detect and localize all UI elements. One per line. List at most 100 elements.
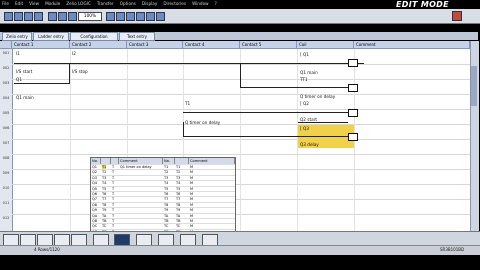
row-divider <box>12 139 478 140</box>
contact-label[interactable]: Q1 main <box>16 95 34 100</box>
rung-wire <box>183 122 184 137</box>
rung-wire <box>14 63 364 64</box>
row-number: 010 <box>2 186 10 190</box>
save-icon[interactable] <box>24 12 33 21</box>
tab-configuration[interactable]: Configuration <box>70 32 118 41</box>
coil-symbol[interactable] <box>348 133 358 141</box>
row-divider <box>12 184 478 185</box>
coil-symbol[interactable] <box>348 109 358 117</box>
module-name: SR3B101BD <box>440 247 465 252</box>
rung-wire <box>69 63 70 84</box>
coil-label[interactable]: TT1 <box>300 77 308 82</box>
screen-border <box>0 255 480 270</box>
menu-window[interactable]: Window <box>192 1 209 6</box>
paste-icon[interactable] <box>68 12 77 21</box>
status-bar <box>0 245 480 255</box>
rung-wire <box>14 83 70 84</box>
row-divider <box>12 79 478 80</box>
coil-label[interactable]: [ Q2 <box>300 101 309 106</box>
rung-wire <box>240 63 241 88</box>
menu-help[interactable]: ? <box>215 1 217 6</box>
rung-wire <box>298 122 348 123</box>
contact-label[interactable]: I1 <box>16 51 20 56</box>
coil-label[interactable]: Q3 delay <box>300 142 319 147</box>
menu-directories[interactable]: Directories <box>163 1 186 6</box>
row-number: 005 <box>2 111 10 115</box>
menu-bar: File Edit View Module Zelio LOGIC Transf… <box>2 1 217 6</box>
close-icon[interactable] <box>452 11 462 21</box>
menu-display[interactable]: Display <box>142 1 157 6</box>
row-divider <box>12 199 478 200</box>
ladder-grid[interactable]: Contact 1 Contact 2 Contact 3 Contact 4 … <box>0 41 478 231</box>
contact-label[interactable]: Q timer on delay <box>185 120 220 125</box>
coil-label[interactable]: Q2 start <box>300 117 317 122</box>
col-contact-1: Contact 1 <box>12 41 70 48</box>
col-divider <box>70 49 71 231</box>
row-divider <box>12 169 478 170</box>
coil-symbol[interactable] <box>348 84 358 92</box>
tab-zelio-entry[interactable]: Zelio entry <box>2 32 32 41</box>
contact-label[interactable]: I/S start <box>16 69 32 74</box>
contact-label[interactable]: I/S stop <box>72 69 88 74</box>
print-icon[interactable] <box>34 12 43 21</box>
stop-icon[interactable] <box>126 12 135 21</box>
contact-label[interactable]: I2 <box>72 51 76 56</box>
menu-view[interactable]: View <box>29 1 39 6</box>
monitor-icon[interactable] <box>136 12 145 21</box>
row-number: 006 <box>2 126 10 130</box>
menu-module[interactable]: Module <box>45 1 60 6</box>
rung-wire <box>240 87 348 88</box>
row-number: 008 <box>2 156 10 160</box>
row-number: 003 <box>2 81 10 85</box>
row-number: 009 <box>2 171 10 175</box>
menu-options[interactable]: Options <box>120 1 136 6</box>
copy-icon[interactable] <box>58 12 67 21</box>
run-icon[interactable] <box>116 12 125 21</box>
row-number: 004 <box>2 96 10 100</box>
tab-ladder-entry[interactable]: Ladder entry <box>33 32 69 41</box>
open-icon[interactable] <box>14 12 23 21</box>
row-number: 001 <box>2 51 10 55</box>
status-text: 4 Rows/1120 <box>34 247 60 252</box>
coil-symbol[interactable] <box>348 59 358 67</box>
row-divider <box>12 94 478 95</box>
coil-label[interactable]: [ Q3 <box>300 126 309 131</box>
col-comment: Comment <box>354 41 470 48</box>
cut-icon[interactable] <box>48 12 57 21</box>
row-number: 012 <box>2 216 10 220</box>
col-contact-4: Contact 4 <box>183 41 240 48</box>
col-contact-2: Contact 2 <box>70 41 127 48</box>
toolbar: 100% <box>0 9 480 24</box>
row-col-header <box>0 41 12 48</box>
new-icon[interactable] <box>4 12 13 21</box>
row-number: 011 <box>2 201 10 205</box>
row-number: 007 <box>2 141 10 145</box>
rung-wire <box>183 136 348 137</box>
coil-label[interactable]: [ Q1 <box>300 52 309 57</box>
row-divider <box>12 154 478 155</box>
settings-icon[interactable] <box>146 12 155 21</box>
row-divider <box>12 124 478 125</box>
tab-text-entry[interactable]: Text entry <box>119 32 155 41</box>
rung-wire <box>183 112 348 113</box>
coil-label[interactable]: Q1 main <box>300 70 318 75</box>
coil-label[interactable]: Q timer on delay <box>300 94 335 99</box>
scrollbar-thumb[interactable] <box>471 66 477 106</box>
table-body: Q1 T1 T Q1 timer on delay T1 T1 M Q2 T2 T T2 T2 M Q3 T… <box>91 164 235 241</box>
transfer-icon[interactable] <box>106 12 115 21</box>
menu-transfer[interactable]: Transfer <box>97 1 114 6</box>
menu-file[interactable]: File <box>2 1 9 6</box>
tab-bar: Zelio entry Ladder entry Configuration T… <box>0 32 478 41</box>
menu-edit[interactable]: Edit <box>15 1 23 6</box>
row-divider <box>12 109 478 110</box>
column-header: Contact 1 Contact 2 Contact 3 Contact 4 … <box>0 41 478 49</box>
row-number: 002 <box>2 66 10 70</box>
menu-zelio[interactable]: Zelio LOGIC <box>66 1 91 6</box>
bottom-toolbar <box>0 231 480 246</box>
help-icon[interactable] <box>156 12 165 21</box>
row-divider <box>12 64 478 65</box>
contact-label[interactable]: Q1 <box>16 77 22 82</box>
zoom-select[interactable]: 100% <box>78 12 102 21</box>
contact-label[interactable]: T1 <box>185 101 190 106</box>
col-contact-5: Contact 5 <box>240 41 297 48</box>
